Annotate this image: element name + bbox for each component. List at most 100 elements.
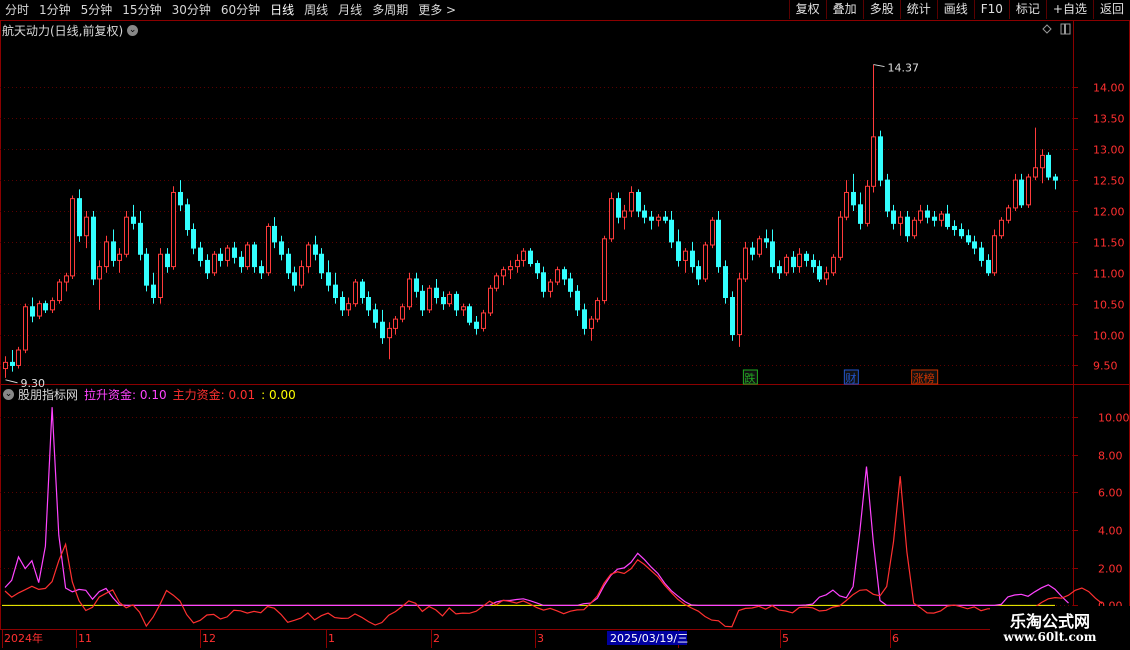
candle-12: [84, 211, 89, 249]
candle-148: [999, 217, 1004, 239]
candle-8: [57, 278, 62, 304]
candle-5: [37, 300, 42, 320]
candle-body: [898, 216, 903, 224]
time-label-8: 6: [892, 632, 899, 645]
candle-95: [642, 204, 647, 224]
candle-50: [340, 291, 345, 317]
candle-113: [764, 229, 769, 249]
chevron-down-icon[interactable]: ⌄: [3, 388, 14, 400]
candle-body: [212, 253, 217, 274]
candle-body: [575, 290, 580, 311]
candle-133: [898, 211, 903, 236]
candle-1: [10, 350, 15, 372]
candle-body: [844, 191, 849, 218]
candle-57: [387, 322, 392, 360]
candle-92: [622, 204, 627, 230]
price-tick-label-3: 11.00: [1093, 268, 1125, 281]
candle-23: [158, 248, 163, 304]
chart-area[interactable]: 9.5010.0010.5011.0011.5012.0012.5013.001…: [0, 0, 1130, 650]
candle-body: [239, 256, 244, 268]
candle-body: [905, 216, 910, 237]
candle-65: [441, 291, 446, 310]
candle-80: [541, 266, 546, 298]
candle-body: [865, 185, 870, 224]
candle-body: [380, 321, 385, 339]
candle-97: [656, 214, 661, 227]
candle-body: [185, 204, 190, 231]
candle-body: [710, 219, 715, 246]
candle-body: [178, 191, 183, 206]
candle-body: [804, 253, 809, 261]
candle-body: [340, 297, 345, 311]
candle-body: [521, 250, 526, 261]
candle-91: [616, 192, 621, 224]
candle-120: [811, 254, 816, 273]
candle-17: [117, 248, 122, 273]
candle-110: [743, 241, 748, 283]
candle-body: [986, 259, 991, 274]
candle-body: [912, 219, 917, 237]
outer-frame: [0, 20, 1130, 630]
price-tick-label-7: 13.00: [1093, 144, 1125, 157]
candle-body: [286, 253, 291, 274]
candle-body: [541, 272, 546, 292]
candle-body: [770, 241, 775, 268]
candle-body: [568, 278, 573, 292]
candle-body: [669, 219, 674, 243]
price-tick-label-5: 12.00: [1093, 206, 1125, 219]
candle-body: [266, 225, 271, 274]
candle-body: [461, 306, 466, 311]
candle-134: [905, 211, 910, 242]
candle-79: [535, 260, 540, 279]
candle-75: [508, 260, 513, 279]
candle-body: [366, 297, 371, 311]
candle-body: [23, 306, 28, 351]
candle-115: [777, 260, 782, 279]
candle-body: [97, 266, 102, 280]
time-label-0: 2024年: [4, 631, 43, 645]
candle-body: [582, 309, 587, 329]
candle-body: [831, 256, 836, 274]
candle-7: [50, 297, 55, 313]
candle-155: [1046, 152, 1051, 181]
candle-116: [784, 254, 789, 276]
candle-142: [959, 223, 964, 239]
candle-body: [817, 266, 822, 280]
candle-35: [239, 251, 244, 273]
chevron-down-icon[interactable]: ⌄: [127, 24, 139, 36]
candle-103: [696, 260, 701, 286]
candle-body: [878, 136, 883, 181]
candle-131: [885, 173, 890, 218]
candle-39: [266, 223, 271, 276]
candle-28: [191, 223, 196, 255]
candle-body: [111, 241, 116, 261]
candle-101: [683, 248, 688, 273]
event-marker-2: 涨榜: [911, 369, 939, 385]
candle-body: [891, 210, 896, 224]
price-pane-title: 航天动力(日线,前复权): [2, 23, 124, 38]
price-tick-label-2: 10.50: [1093, 299, 1125, 312]
candle-body: [515, 259, 520, 268]
candle-44: [299, 260, 304, 289]
candle-body: [622, 210, 627, 218]
candle-body: [595, 300, 600, 320]
candle-body: [972, 241, 977, 249]
candle-37: [252, 241, 257, 273]
event-marker-text: 财: [845, 371, 856, 385]
candle-108: [730, 291, 735, 341]
candle-body: [84, 216, 89, 237]
candle-body: [811, 259, 816, 268]
candle-body: [589, 318, 594, 329]
candle-body: [198, 247, 203, 261]
event-marker-text: 跌: [744, 371, 755, 385]
candle-body: [1026, 176, 1031, 206]
candle-32: [218, 248, 223, 267]
candle-body: [979, 247, 984, 261]
candle-body: [723, 266, 728, 299]
candle-132: [891, 204, 896, 230]
candle-body: [838, 216, 843, 258]
candle-149: [1006, 204, 1011, 224]
candle-body: [10, 361, 15, 366]
candle-body: [393, 318, 398, 329]
candle-21: [144, 248, 149, 292]
